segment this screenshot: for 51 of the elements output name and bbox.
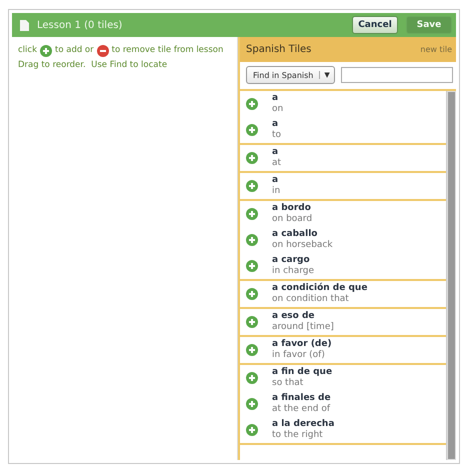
tile-term: a la derecha: [272, 419, 334, 430]
tile-meaning: in favor (of): [272, 350, 326, 361]
add-icon[interactable]: [246, 372, 258, 384]
tile-term: a: [272, 147, 280, 158]
tile-meaning: in: [272, 186, 280, 197]
tile-term: a: [272, 175, 280, 186]
tile-meaning: on horseback: [272, 240, 333, 251]
window-title: Lesson 1 (0 tiles): [37, 20, 124, 30]
add-icon[interactable]: [246, 344, 258, 356]
panel-title: Spanish Tiles: [246, 44, 312, 55]
tile-term: a fin de que: [272, 367, 332, 378]
add-icon[interactable]: [246, 424, 258, 436]
tile-meaning: at: [272, 158, 282, 169]
tile-meaning: in charge: [272, 266, 314, 277]
document-icon: [20, 20, 29, 30]
tile-term: a favor (de): [272, 339, 332, 350]
instruction-text: Drag to reorder. Use Find to locate: [18, 59, 168, 72]
tile-term: a condición de que: [272, 283, 368, 294]
action-button[interactable]: Cancel: [352, 16, 398, 34]
add-icon[interactable]: [246, 234, 258, 246]
add-icon[interactable]: [246, 288, 258, 300]
search-field[interactable]: [340, 67, 453, 83]
tile-term: a: [272, 119, 280, 130]
tile-meaning: to: [272, 130, 282, 141]
tile-meaning: at the end of: [272, 404, 331, 415]
tile-meaning: so that: [272, 378, 304, 389]
tile-meaning: on board: [272, 214, 312, 225]
add-icon[interactable]: [246, 208, 258, 220]
add-icon[interactable]: [246, 152, 258, 164]
add-icon[interactable]: [246, 124, 258, 136]
tile-term: a cargo: [272, 255, 311, 266]
scrollbar[interactable]: [446, 91, 456, 460]
add-icon[interactable]: [246, 98, 258, 110]
tile-meaning: to the right: [272, 430, 324, 441]
remove-icon: [96, 44, 109, 56]
tile-meaning: around [time]: [272, 322, 334, 333]
tile-meaning: on condition that: [272, 294, 350, 305]
add-icon[interactable]: [246, 260, 258, 272]
add-icon[interactable]: [246, 398, 258, 410]
add-icon[interactable]: [246, 316, 258, 328]
tile-term: a finales de: [272, 393, 331, 404]
tile-meaning: on: [272, 104, 284, 115]
instruction-text: to add or: [55, 44, 94, 57]
instruction-text: to remove tile from lesson: [112, 44, 224, 57]
add-icon[interactable]: [246, 180, 258, 192]
tile-term: a bordo: [272, 203, 312, 214]
tile-term: a eso de: [272, 311, 316, 322]
tile-term: a: [272, 93, 280, 104]
tile-term: a caballo: [272, 229, 318, 240]
add-icon: [40, 44, 52, 56]
instruction-text: click: [18, 44, 37, 57]
